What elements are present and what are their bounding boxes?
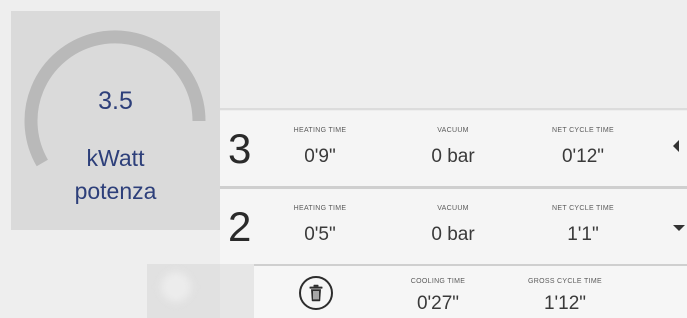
triangle-down-icon[interactable] xyxy=(673,225,685,231)
cycle-row[interactable]: 3 HEATING TIME 0'9" VACUUM 0 bar NET CYC… xyxy=(220,111,687,186)
cooling-time-value: 0'27" xyxy=(416,293,460,314)
gauge-unit: kWatt xyxy=(86,145,145,171)
gauge-caption: potenza xyxy=(74,178,157,204)
vacuum-value: 0 bar xyxy=(431,146,475,167)
cycle-number: 2 xyxy=(228,203,252,250)
power-gauge: 3.5 kWatt potenza xyxy=(11,11,220,230)
heating-time-value: 0'9" xyxy=(304,146,336,167)
net-cycle-time-label: NET CYCLE TIME xyxy=(552,127,614,134)
cycle-screen: 3.5 kWatt potenza 3 HEATING TIME 0'9" VA… xyxy=(0,0,687,318)
cycle-row[interactable]: 2 HEATING TIME 0'5" VACUUM 0 bar NET CYC… xyxy=(220,189,687,264)
heating-time-field: HEATING TIME 0'5" xyxy=(260,189,380,246)
net-cycle-time-field: NET CYCLE TIME 0'12" xyxy=(523,111,643,168)
cycle-number: 3 xyxy=(228,125,252,172)
net-cycle-time-value: 1'1" xyxy=(567,224,599,245)
net-cycle-time-field: NET CYCLE TIME 1'1" xyxy=(523,189,643,246)
gross-cycle-time-field: GROSS CYCLE TIME 1'12" xyxy=(505,266,625,315)
heating-time-value: 0'5" xyxy=(304,224,336,245)
gross-cycle-time-label: GROSS CYCLE TIME xyxy=(528,278,602,285)
trash-icon xyxy=(309,284,323,302)
vacuum-label: VACUUM xyxy=(437,127,469,134)
delete-button[interactable] xyxy=(299,276,333,310)
cooling-time-field: COOLING TIME 0'27" xyxy=(378,266,498,315)
cycle-detail-row: COOLING TIME 0'27" GROSS CYCLE TIME 1'12… xyxy=(254,266,687,318)
heating-time-label: HEATING TIME xyxy=(293,205,347,212)
triangle-left-icon[interactable] xyxy=(673,140,679,152)
detail-gutter xyxy=(220,264,254,318)
vacuum-label: VACUUM xyxy=(437,205,469,212)
cooling-time-label: COOLING TIME xyxy=(410,278,466,285)
heating-time-label: HEATING TIME xyxy=(293,127,347,134)
gauge-value: 3.5 xyxy=(98,87,133,115)
vacuum-value: 0 bar xyxy=(431,224,475,245)
row-divider xyxy=(220,108,687,110)
net-cycle-time-value: 0'12" xyxy=(561,146,605,167)
header-area xyxy=(220,11,687,108)
vacuum-field: VACUUM 0 bar xyxy=(393,111,513,168)
net-cycle-time-label: NET CYCLE TIME xyxy=(552,205,614,212)
thumbnail-blur xyxy=(161,272,191,302)
vacuum-field: VACUUM 0 bar xyxy=(393,189,513,246)
gross-cycle-time-value: 1'12" xyxy=(543,293,587,314)
heating-time-field: HEATING TIME 0'9" xyxy=(260,111,380,168)
